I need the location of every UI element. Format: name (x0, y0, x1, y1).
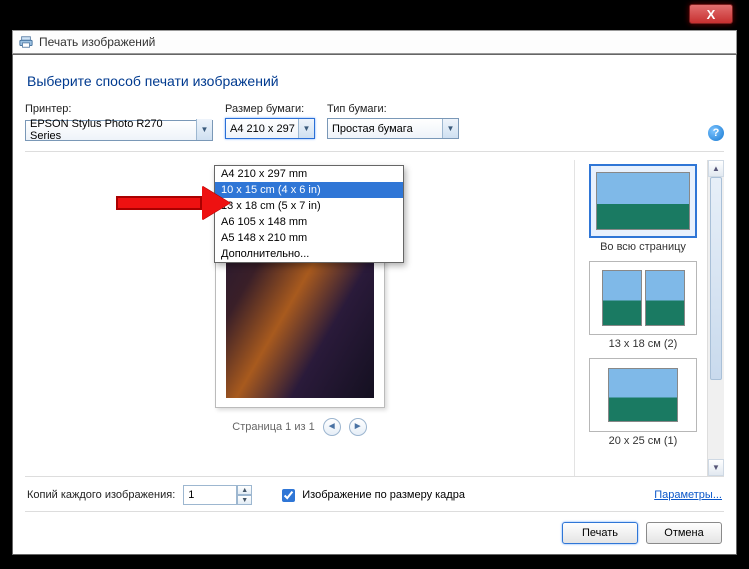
close-button[interactable]: X (689, 4, 733, 24)
print-button[interactable]: Печать (562, 522, 638, 544)
layout-option[interactable] (589, 358, 697, 432)
settings-row: Принтер: EPSON Stylus Photo R270 Series … (25, 103, 724, 152)
scroll-up-icon[interactable]: ▲ (708, 160, 724, 177)
layout-option[interactable] (589, 164, 697, 238)
scroll-thumb[interactable] (710, 177, 722, 380)
fit-to-frame-label: Изображение по размеру кадра (302, 489, 465, 501)
paper-size-option[interactable]: A5 148 x 210 mm (215, 230, 403, 246)
paper-size-option[interactable]: A6 105 x 148 mm (215, 214, 403, 230)
cancel-button[interactable]: Отмена (646, 522, 722, 544)
titlebar: Печать изображений (12, 30, 737, 54)
sidebar-scrollbar[interactable]: ▲ ▼ (707, 160, 724, 477)
paper-size-option[interactable]: A4 210 x 297 mm (215, 166, 403, 182)
next-page-button[interactable]: ► (349, 418, 367, 436)
window-title: Печать изображений (39, 35, 155, 49)
paper-size-label: Размер бумаги: (225, 103, 315, 115)
printer-label: Принтер: (25, 103, 213, 115)
paper-type-select[interactable]: Простая бумага (327, 118, 459, 139)
print-icon (19, 35, 33, 49)
paper-type-label: Тип бумаги: (327, 103, 459, 115)
printer-selected-value: EPSON Stylus Photo R270 Series (30, 118, 194, 142)
close-icon: X (707, 7, 716, 22)
copies-label: Копий каждого изображения: (27, 489, 175, 501)
layout-label: 13 x 18 см (2) (609, 338, 678, 350)
copies-input[interactable] (183, 485, 237, 505)
paper-type-selected-value: Простая бумага (332, 123, 413, 135)
scroll-down-icon[interactable]: ▼ (708, 459, 724, 476)
pager-text: Страница 1 из 1 (232, 421, 314, 433)
printer-select[interactable]: EPSON Stylus Photo R270 Series (25, 120, 213, 141)
paper-size-option[interactable]: 13 x 18 cm (5 x 7 in) (215, 198, 403, 214)
annotation-arrow (116, 186, 230, 220)
paper-size-option[interactable]: Дополнительно... (215, 246, 403, 262)
copies-down-button[interactable]: ▼ (237, 495, 252, 505)
copies-up-button[interactable]: ▲ (237, 485, 252, 495)
fit-to-frame-checkbox[interactable] (282, 489, 295, 502)
layout-label: Во всю страницу (600, 241, 686, 253)
paper-size-selected-value: A4 210 x 297 (230, 123, 295, 135)
paper-size-option[interactable]: 10 x 15 cm (4 x 6 in) (215, 182, 403, 198)
layout-label: 20 x 25 см (1) (609, 435, 678, 447)
paper-size-select[interactable]: A4 210 x 297 (225, 118, 315, 139)
help-icon[interactable]: ? (708, 125, 724, 141)
layout-option[interactable] (589, 261, 697, 335)
prev-page-button[interactable]: ◄ (323, 418, 341, 436)
dialog-header: Выберите способ печати изображений (25, 67, 724, 103)
parameters-link[interactable]: Параметры... (654, 489, 722, 501)
paper-size-dropdown: A4 210 x 297 mm10 x 15 cm (4 x 6 in)13 x… (214, 165, 404, 263)
dialog-body: Выберите способ печати изображений Принт… (12, 54, 737, 555)
layout-sidebar: Во всю страницу 13 x 18 см (2) 20 x 25 см … (575, 160, 707, 477)
